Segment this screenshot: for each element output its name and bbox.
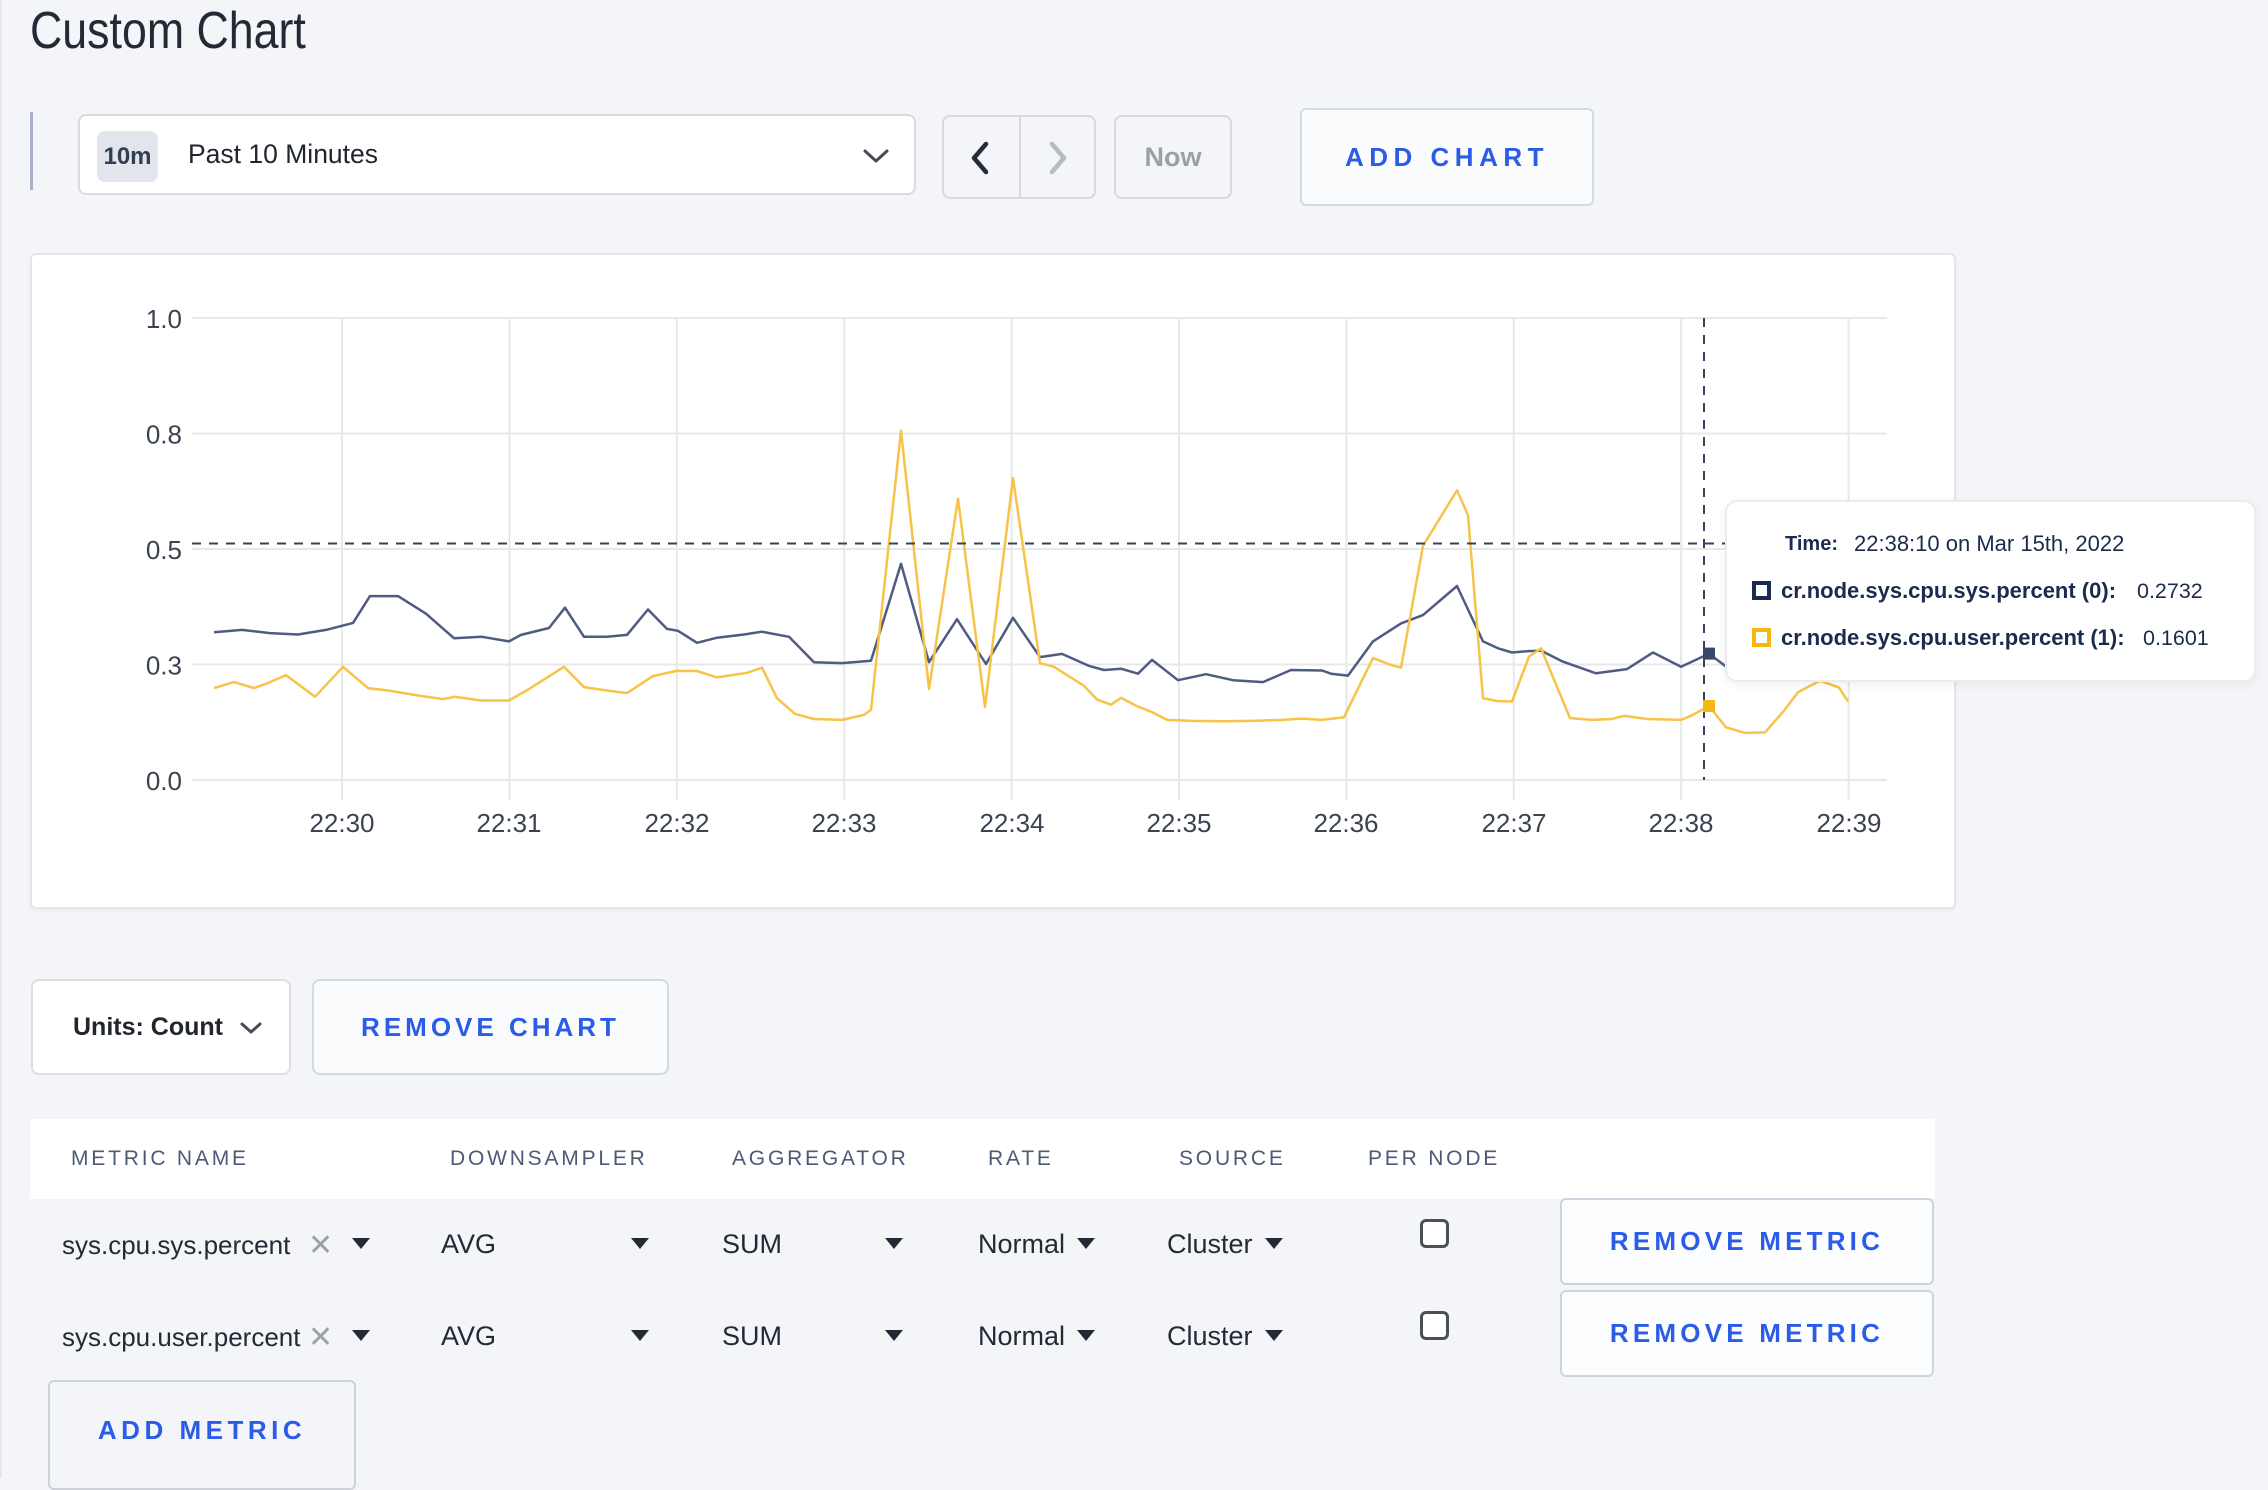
svg-text:0.3: 0.3	[146, 651, 182, 681]
svg-text:22:30: 22:30	[309, 808, 374, 838]
svg-text:22:31: 22:31	[476, 808, 541, 838]
svg-text:1.0: 1.0	[146, 304, 182, 334]
svg-text:22:36: 22:36	[1313, 808, 1378, 838]
svg-text:22:35: 22:35	[1146, 808, 1211, 838]
svg-text:22:39: 22:39	[1816, 808, 1881, 838]
svg-text:22:32: 22:32	[644, 808, 709, 838]
svg-text:22:34: 22:34	[979, 808, 1044, 838]
svg-text:0.8: 0.8	[146, 420, 182, 450]
svg-text:22:37: 22:37	[1481, 808, 1546, 838]
svg-text:0.5: 0.5	[146, 535, 182, 565]
svg-text:0.0: 0.0	[146, 766, 182, 796]
svg-text:22:33: 22:33	[811, 808, 876, 838]
svg-text:22:38: 22:38	[1648, 808, 1713, 838]
